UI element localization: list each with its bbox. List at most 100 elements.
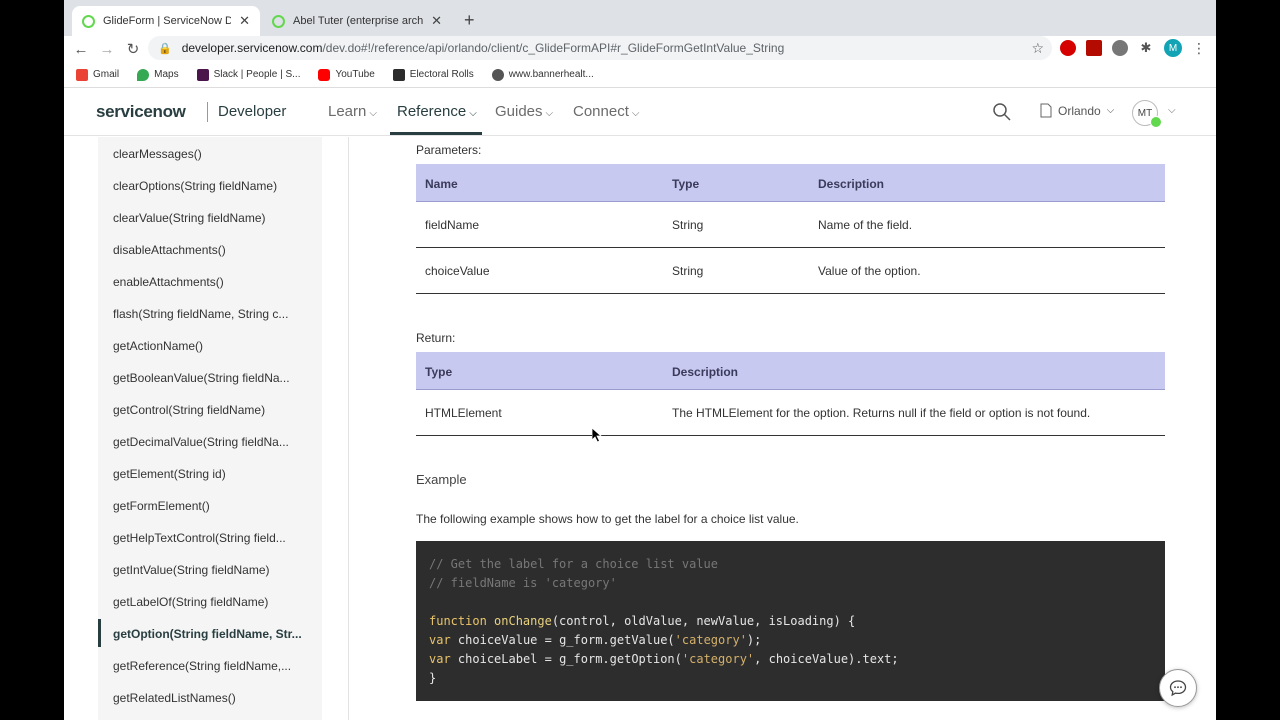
column-header: Name xyxy=(425,177,458,191)
column-header: Type xyxy=(425,365,453,379)
code-string: 'category' xyxy=(681,652,755,666)
browser-tab-abel-tuter[interactable]: Abel Tuter (enterprise architect) ✕ xyxy=(262,6,452,36)
nav-learn[interactable]: Learn ⌵ xyxy=(328,103,377,120)
servicenow-logo[interactable]: servicenow xyxy=(96,102,186,122)
chat-bubble-icon xyxy=(1169,680,1187,697)
sidebar-item[interactable]: getRelatedListNames() xyxy=(113,691,318,705)
tab-title: GlideForm | ServiceNow Devel xyxy=(103,15,232,27)
electoral-rolls-icon xyxy=(392,68,405,81)
nav-reference[interactable]: Reference ⌵ xyxy=(397,103,477,120)
logo-divider xyxy=(207,102,208,122)
close-tab-icon[interactable]: ✕ xyxy=(239,13,250,29)
acrobat-extension-icon[interactable] xyxy=(1086,40,1102,56)
sidebar-item[interactable]: enableAttachments() xyxy=(113,275,318,289)
code-comment: // fieldName is 'category' xyxy=(429,576,617,590)
sidebar-item[interactable]: disableAttachments() xyxy=(113,243,318,257)
code-text: choiceValue = g_form.getValue( xyxy=(457,633,675,647)
globe-icon xyxy=(491,68,504,81)
profile-avatar[interactable]: M xyxy=(1164,39,1182,57)
developer-title[interactable]: Developer xyxy=(218,103,286,120)
table-header: Name Type Description xyxy=(416,164,1165,202)
close-tab-icon[interactable]: ✕ xyxy=(431,13,442,29)
bookmark-electoral-rolls[interactable]: Electoral Rolls xyxy=(392,68,474,81)
sidebar-item[interactable]: getControl(String fieldName) xyxy=(113,403,318,417)
code-comment: // Get the label for a choice list value xyxy=(429,557,718,571)
code-function-name: onChange xyxy=(494,614,552,628)
bookmark-slack[interactable]: Slack | People | S... xyxy=(196,68,300,81)
browser-window: GlideForm | ServiceNow Devel ✕ Abel Tute… xyxy=(64,0,1216,720)
extensions-area: ✱ M ⋮ xyxy=(1060,39,1206,57)
sidebar-item[interactable]: getLabelOf(String fieldName) xyxy=(113,595,318,609)
chat-button[interactable] xyxy=(1159,669,1197,707)
bookmark-gmail[interactable]: Gmail xyxy=(76,68,119,81)
tab-strip: GlideForm | ServiceNow Devel ✕ Abel Tute… xyxy=(64,0,1216,36)
servicenow-favicon-icon xyxy=(82,14,95,28)
opera-extension-icon[interactable] xyxy=(1060,40,1076,56)
chevron-down-icon: ⌵ xyxy=(1106,105,1115,116)
return-type: HTMLElement xyxy=(425,406,502,420)
code-sample[interactable]: // Get the label for a choice list value… xyxy=(416,541,1165,701)
new-tab-button[interactable]: + xyxy=(464,10,475,31)
browser-menu-icon[interactable]: ⋮ xyxy=(1192,40,1206,57)
column-header: Description xyxy=(818,177,885,191)
sidebar-item[interactable]: clearMessages() xyxy=(113,147,318,161)
sidebar-item[interactable]: getElement(String id) xyxy=(113,467,318,481)
release-selector[interactable]: Orlando ⌵ xyxy=(1040,103,1114,118)
sidebar-item[interactable]: getBooleanValue(String fieldNa... xyxy=(113,371,318,385)
back-arrow-icon[interactable]: ← xyxy=(68,41,94,58)
puzzle-extensions-icon[interactable]: ✱ xyxy=(1138,40,1154,56)
sidebar-item[interactable]: getFormElement() xyxy=(113,499,318,513)
code-string: 'category' xyxy=(674,633,747,647)
param-type: String xyxy=(672,264,704,278)
api-method-sidebar: clearMessages() clearOptions(String field… xyxy=(98,137,322,720)
reload-icon[interactable]: ↻ xyxy=(120,40,146,58)
table-row: fieldName String Name of the field. xyxy=(416,202,1165,248)
bookmark-bannerhealth[interactable]: www.bannerhealt... xyxy=(491,68,594,81)
forward-arrow-icon[interactable]: → xyxy=(94,41,120,58)
nav-guides[interactable]: Guides ⌵ xyxy=(495,103,553,120)
column-header: Type xyxy=(672,177,700,191)
sidebar-item[interactable]: getActionName() xyxy=(113,339,318,353)
search-icon[interactable] xyxy=(992,102,1012,122)
gmail-icon xyxy=(76,68,88,81)
bookmarks-bar: Gmail Maps Slack | People | S... YouTube… xyxy=(64,62,1216,88)
site-header: servicenow Developer Learn ⌵ Reference ⌵ G… xyxy=(64,88,1216,136)
sidebar-item[interactable]: clearValue(String fieldName) xyxy=(113,211,318,225)
sidebar-item[interactable]: getDecimalValue(String fieldNa... xyxy=(113,435,318,449)
chevron-down-icon: ⌵ xyxy=(545,108,554,119)
browser-tab-glideform[interactable]: GlideForm | ServiceNow Devel ✕ xyxy=(72,6,260,36)
maps-icon xyxy=(137,68,150,81)
bookmark-youtube[interactable]: YouTube xyxy=(318,68,375,81)
table-row: choiceValue String Value of the option. xyxy=(416,248,1165,294)
code-text: ); xyxy=(746,633,762,647)
chevron-down-icon[interactable]: ⌵ xyxy=(1168,105,1176,116)
column-header: Description xyxy=(672,365,739,379)
lock-icon: 🔒 xyxy=(158,42,172,55)
content-divider xyxy=(348,137,349,720)
param-name: choiceValue xyxy=(425,264,490,278)
chevron-down-icon: ⌵ xyxy=(369,108,377,119)
sidebar-item[interactable]: getOption(String fieldName, Str... xyxy=(113,627,318,641)
param-type: String xyxy=(672,218,704,232)
sidebar-item[interactable]: getIntValue(String fieldName) xyxy=(113,563,318,577)
active-item-indicator xyxy=(98,619,101,647)
chevron-down-icon: ⌵ xyxy=(631,108,640,119)
parameters-label: Parameters: xyxy=(416,143,482,157)
release-label: Orlando xyxy=(1058,103,1101,118)
nav-connect[interactable]: Connect ⌵ xyxy=(573,103,639,120)
bookmark-star-icon[interactable]: ☆ xyxy=(1031,40,1044,57)
sidebar-item[interactable]: getReference(String fieldName,... xyxy=(113,659,318,673)
sidebar-item[interactable]: clearOptions(String fieldName) xyxy=(113,179,318,193)
bookmark-maps[interactable]: Maps xyxy=(137,68,179,81)
sidebar-item[interactable]: flash(String fieldName, String c... xyxy=(113,307,318,321)
status-badge xyxy=(1150,116,1162,128)
param-description: Name of the field. xyxy=(818,218,913,232)
code-text: choiceLabel = g_form.getOption( xyxy=(457,652,682,666)
sidebar-item[interactable]: getHelpTextControl(String field... xyxy=(113,531,318,545)
extension-icon[interactable] xyxy=(1112,40,1128,56)
address-bar[interactable]: 🔒 developer.servicenow.com/dev.do#!/refe… xyxy=(148,36,1052,60)
servicenow-favicon-icon xyxy=(272,14,285,28)
active-nav-indicator xyxy=(390,132,482,135)
return-label: Return: xyxy=(416,331,456,345)
code-keyword: var xyxy=(429,652,451,666)
